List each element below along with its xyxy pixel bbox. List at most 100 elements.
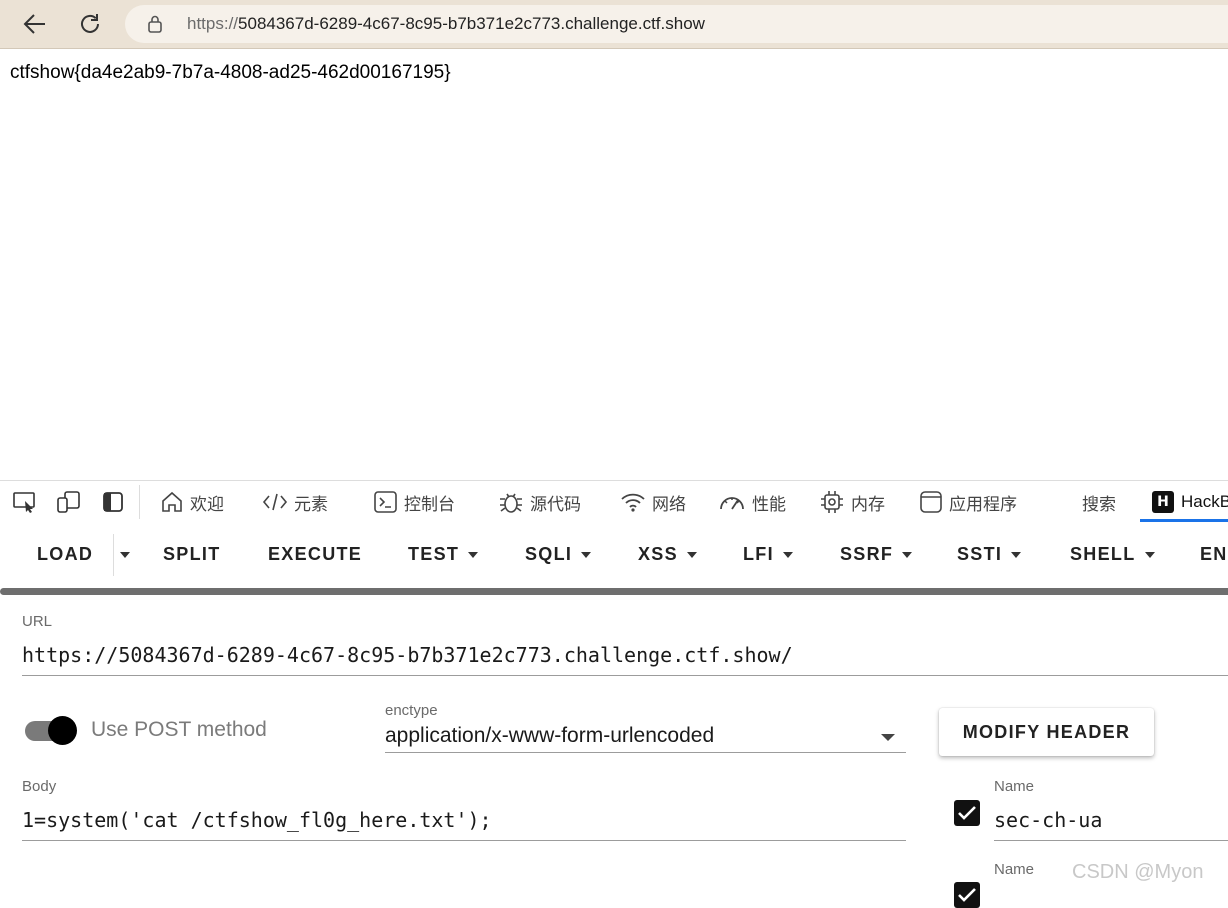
sidebar-toggle-icon[interactable] (100, 490, 126, 514)
url-label: URL (22, 613, 53, 630)
hackbar-divider (0, 588, 1228, 595)
url-protocol: https:// (187, 14, 239, 33)
execute-button[interactable]: EXECUTE (268, 544, 362, 565)
address-bar[interactable]: https://5084367d-6289-4c67-8c95-b7b371e2… (125, 5, 1228, 43)
reload-button[interactable] (75, 10, 105, 38)
tab-performance[interactable]: 性能 (718, 481, 786, 523)
bug-icon (500, 493, 522, 513)
menu-label: LOAD (37, 544, 94, 564)
menu-label: SSTI (957, 544, 1003, 564)
window-icon (920, 491, 942, 513)
body-input-underline (22, 840, 906, 841)
tab-search[interactable]: 搜索 (1082, 481, 1116, 523)
tab-sources[interactable]: 源代码 (498, 481, 581, 523)
tab-label: 元素 (294, 494, 328, 515)
url-input-underline (22, 675, 1228, 676)
tab-memory[interactable]: 内存 (819, 481, 885, 523)
tab-label: 欢迎 (190, 494, 224, 515)
home-icon (162, 491, 182, 512)
lfi-menu[interactable]: LFI (743, 544, 793, 565)
shell-menu[interactable]: SHELL (1070, 544, 1155, 565)
lock-icon (148, 15, 162, 33)
tab-welcome[interactable]: 欢迎 (160, 481, 224, 523)
console-icon (374, 491, 397, 513)
browser-toolbar: https://5084367d-6289-4c67-8c95-b7b371e2… (0, 0, 1228, 49)
tab-label: 网络 (652, 494, 686, 515)
enctype-select[interactable]: application/x-www-form-urlencoded (385, 724, 714, 748)
header-name-label: Name (994, 778, 1035, 795)
enctype-label: enctype (385, 702, 438, 719)
tab-label: 应用程序 (949, 494, 1017, 515)
menu-label: EN (1200, 544, 1228, 564)
menu-label: LFI (743, 544, 774, 564)
header-name-label: Name (994, 861, 1035, 878)
header-name-underline (994, 840, 1228, 841)
gauge-icon (720, 497, 744, 510)
header-checkbox[interactable] (954, 800, 980, 826)
chevron-down-icon[interactable] (881, 734, 895, 741)
chevron-down-icon (782, 551, 793, 558)
tab-label: 控制台 (404, 494, 455, 515)
menu-label: SPLIT (163, 544, 221, 564)
tab-label: 源代码 (530, 494, 581, 515)
menu-label: SQLI (525, 544, 573, 564)
xss-menu[interactable]: XSS (638, 544, 697, 565)
chevron-down-icon (468, 551, 479, 558)
url-input[interactable]: https://5084367d-6289-4c67-8c95-b7b371e2… (22, 643, 793, 667)
enctype-underline (385, 752, 906, 753)
menu-label: EXECUTE (268, 544, 363, 564)
hackbar-icon: H (1152, 491, 1174, 513)
menu-label: SHELL (1070, 544, 1136, 564)
modify-header-button[interactable]: MODIFY HEADER (939, 708, 1154, 756)
tab-label: 内存 (851, 494, 885, 515)
tab-application[interactable]: 应用程序 (919, 481, 1017, 523)
device-emulation-icon[interactable] (56, 490, 82, 514)
address-url[interactable]: https://5084367d-6289-4c67-8c95-b7b371e2… (187, 14, 705, 34)
menu-label: SSRF (840, 544, 894, 564)
toolbar-separator (139, 485, 140, 519)
load-dropdown-caret[interactable] (120, 552, 130, 558)
tab-elements[interactable]: 元素 (262, 481, 328, 523)
ssti-menu[interactable]: SSTI (957, 544, 1022, 565)
tab-label: 搜索 (1082, 494, 1116, 515)
split-button[interactable]: SPLIT (163, 544, 221, 565)
tab-network[interactable]: 网络 (620, 481, 686, 523)
body-label: Body (22, 778, 57, 795)
back-button[interactable] (20, 10, 50, 38)
hackbar-menu: LOAD SPLIT EXECUTE TEST SQLI XSS LFI SSR… (0, 522, 1228, 588)
tab-label: 性能 (752, 494, 786, 515)
load-button[interactable]: LOAD (37, 544, 93, 565)
checkmark-icon (958, 806, 976, 820)
ssrf-menu[interactable]: SSRF (840, 544, 913, 565)
sqli-menu[interactable]: SQLI (525, 544, 592, 565)
header-name-input[interactable]: sec-ch-ua (994, 808, 1102, 832)
chevron-down-icon (686, 551, 697, 558)
tab-hackbar[interactable]: H HackB (1152, 481, 1228, 523)
header-checkbox[interactable] (954, 882, 980, 908)
inspect-element-icon[interactable] (12, 490, 38, 514)
chevron-down-icon (902, 551, 913, 558)
chip-icon (821, 491, 843, 513)
load-divider (113, 534, 114, 576)
post-toggle-knob[interactable] (48, 716, 77, 745)
encoding-menu[interactable]: EN (1200, 544, 1228, 565)
menu-label: TEST (408, 544, 460, 564)
body-input[interactable]: 1=system('cat /ctfshow_fl0g_here.txt'); (22, 808, 492, 832)
devtools-tab-bar: 欢迎 元素 控制台 源代码 网络 性能 内存 应用程序 搜索 H HackB (0, 480, 1228, 524)
watermark: CSDN @Myon (1072, 861, 1204, 883)
code-icon (262, 493, 288, 511)
menu-label: XSS (638, 544, 678, 564)
wifi-icon (621, 493, 645, 512)
chevron-down-icon (581, 551, 592, 558)
checkmark-icon (958, 888, 976, 902)
test-menu[interactable]: TEST (408, 544, 479, 565)
chevron-down-icon (1144, 551, 1155, 558)
flag-text: ctfshow{da4e2ab9-7b7a-4808-ad25-462d0016… (10, 62, 451, 83)
chevron-down-icon (1011, 551, 1022, 558)
post-toggle-label: Use POST method (91, 718, 267, 741)
url-host: 5084367d-6289-4c67-8c95-b7b371e2c773.cha… (238, 14, 705, 33)
tab-label: HackB (1181, 492, 1228, 511)
arrow-left-icon (23, 14, 45, 34)
reload-icon (81, 14, 99, 33)
tab-console[interactable]: 控制台 (374, 481, 455, 523)
